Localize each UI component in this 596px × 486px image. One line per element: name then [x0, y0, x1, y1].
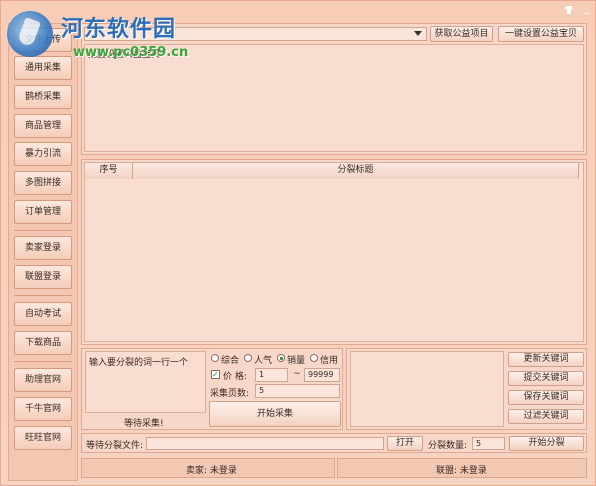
- submit-keywords-button[interactable]: 提交关键词: [508, 371, 584, 386]
- seller-status: 卖家: 未登录: [81, 458, 335, 478]
- batch-charity-label: 批量设置公益宝贝: [88, 50, 161, 60]
- sidebar-item-general-collect[interactable]: 通用采集: [14, 56, 72, 80]
- radio-popularity[interactable]: [244, 354, 252, 362]
- charity-panel: 获取公益项目 一键设置公益宝贝 批量设置公益宝贝: [81, 23, 587, 155]
- keyword-input-area[interactable]: 输入要分裂的词一行一个: [85, 351, 206, 413]
- price-checkbox[interactable]: ✓: [211, 370, 220, 379]
- sidebar-item-wangwang-site[interactable]: 旺旺官网: [14, 426, 72, 450]
- alliance-status: 联盟: 未登录: [337, 458, 587, 478]
- sidebar-item-alliance-login[interactable]: 联盟登录: [14, 265, 72, 289]
- sidebar-divider: [14, 361, 72, 362]
- pages-label: 采集页数:: [210, 389, 250, 399]
- sidebar-item-product-manage[interactable]: 商品管理: [14, 114, 72, 138]
- charity-project-select[interactable]: [84, 27, 427, 41]
- sidebar-item-image-stitch[interactable]: 多图拼接: [14, 171, 72, 195]
- price-separator: ~: [293, 369, 301, 379]
- split-file-label: 等待分裂文件:: [86, 441, 144, 451]
- sidebar-item-download-product[interactable]: 下载商品: [14, 331, 72, 355]
- sidebar-divider: [14, 295, 72, 296]
- split-table: 序号 分裂标题: [84, 162, 584, 342]
- batch-charity-box: 批量设置公益宝贝: [84, 44, 584, 152]
- split-count-input[interactable]: 5: [472, 437, 505, 450]
- sidebar-item-auto-exam[interactable]: 自动考试: [14, 302, 72, 326]
- setup-charity-button[interactable]: 一键设置公益宝贝: [498, 26, 584, 42]
- alliance-status-text: 联盟: 未登录: [436, 466, 487, 476]
- price-min-input[interactable]: 1: [255, 368, 288, 382]
- sidebar-divider: [14, 230, 72, 231]
- split-count-label: 分裂数量:: [428, 441, 468, 451]
- start-collect-button[interactable]: 开始采集: [209, 401, 341, 427]
- sidebar-item-assistant-site[interactable]: 助理官网: [14, 368, 72, 392]
- save-keywords-button[interactable]: 保存关键词: [508, 390, 584, 405]
- column-header-index[interactable]: 序号: [85, 163, 133, 179]
- sidebar-item-file-upload[interactable]: 文件上传: [14, 28, 72, 52]
- radio-composite-label: 综合: [221, 356, 240, 366]
- price-label: 价 格:: [223, 372, 247, 382]
- chevron-down-icon: [414, 31, 422, 36]
- app-window: _ 文件上传 通用采集 鹊桥采集 商品管理 暴力引流 多图拼接 订单管理 卖家登…: [0, 0, 596, 486]
- split-file-bar: 等待分裂文件: 打开 分裂数量: 5 开始分裂: [81, 433, 587, 453]
- sidebar-item-order-manage[interactable]: 订单管理: [14, 200, 72, 224]
- open-file-button[interactable]: 打开: [387, 436, 423, 451]
- sidebar-item-traffic[interactable]: 暴力引流: [14, 142, 72, 166]
- update-keywords-button[interactable]: 更新关键词: [508, 352, 584, 367]
- title-bar: _: [1, 1, 596, 21]
- sidebar: 文件上传 通用采集 鹊桥采集 商品管理 暴力引流 多图拼接 订单管理 卖家登录 …: [8, 23, 78, 481]
- seller-status-text: 卖家: 未登录: [186, 466, 237, 476]
- sidebar-item-seller-login[interactable]: 卖家登录: [14, 236, 72, 260]
- split-file-input[interactable]: [146, 437, 384, 450]
- radio-composite[interactable]: [211, 354, 219, 362]
- column-header-title[interactable]: 分裂标题: [133, 163, 579, 179]
- skin-icon[interactable]: [564, 5, 574, 15]
- price-max-input[interactable]: 99999: [304, 368, 340, 382]
- minimize-button[interactable]: _: [581, 2, 593, 14]
- radio-credit[interactable]: [310, 354, 318, 362]
- radio-credit-label: 信用: [320, 356, 339, 366]
- collect-status: 等待采集!: [124, 419, 164, 429]
- split-table-panel: 序号 分裂标题: [81, 159, 587, 345]
- keyword-list[interactable]: [350, 351, 504, 427]
- radio-popularity-label: 人气: [254, 356, 273, 366]
- collect-panel: 输入要分裂的词一行一个 等待采集! 综合 人气 销量 信用 ✓ 价 格: 1 ~…: [81, 348, 343, 430]
- keyword-input-hint: 输入要分裂的词一行一个: [89, 358, 189, 368]
- pages-input[interactable]: 5: [255, 384, 340, 398]
- start-split-button[interactable]: 开始分裂: [509, 436, 584, 451]
- keyword-panel: 更新关键词 提交关键词 保存关键词 过滤关键词: [346, 348, 587, 430]
- sidebar-item-bridge-collect[interactable]: 鹊桥采集: [14, 85, 72, 109]
- radio-sales-label: 销量: [287, 356, 306, 366]
- radio-sales[interactable]: [277, 354, 285, 362]
- filter-keywords-button[interactable]: 过滤关键词: [508, 409, 584, 424]
- sidebar-item-qianniu-site[interactable]: 千牛官网: [14, 397, 72, 421]
- fetch-charity-button[interactable]: 获取公益项目: [430, 26, 493, 42]
